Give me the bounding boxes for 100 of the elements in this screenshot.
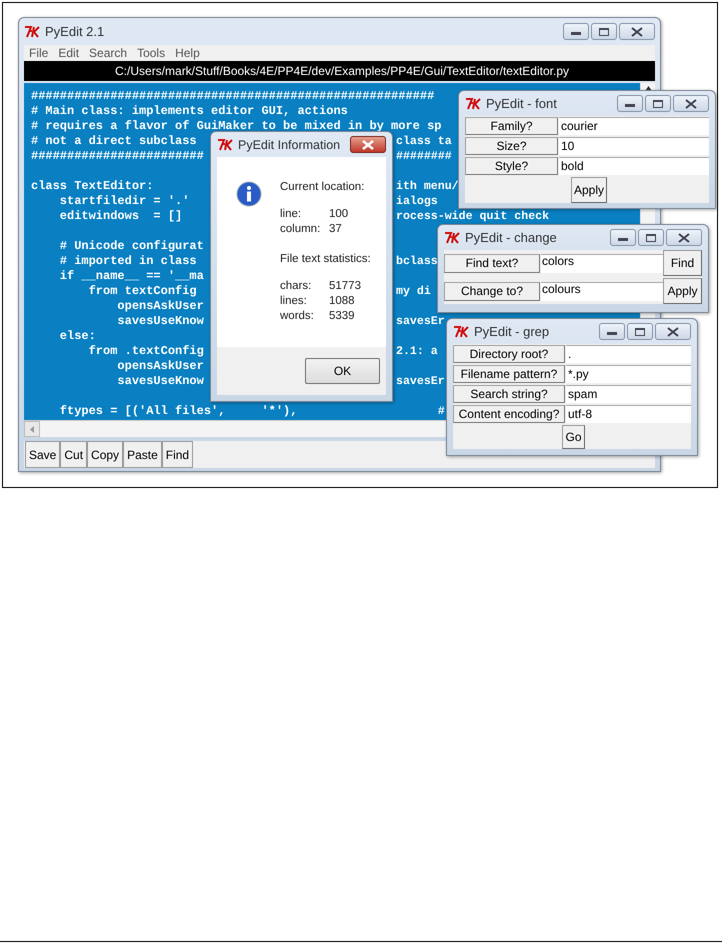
maximize-icon bbox=[646, 234, 656, 242]
toolbar-button[interactable]: Paste bbox=[123, 441, 162, 468]
code-line: savesUseKnow bbox=[116, 374, 204, 388]
close-button[interactable] bbox=[619, 23, 655, 40]
close-icon bbox=[678, 232, 690, 242]
code-line: # Unicode configurat bbox=[58, 239, 204, 253]
code-line: editwindows = [] bbox=[58, 209, 182, 223]
code-line: from .textConfig bbox=[88, 344, 204, 358]
minimize-button[interactable] bbox=[610, 229, 636, 246]
field-label: lines: bbox=[280, 295, 308, 309]
close-icon bbox=[631, 26, 643, 36]
code-line: if __name__ == '__ma bbox=[58, 269, 204, 283]
menu-item[interactable]: Search bbox=[86, 46, 130, 60]
app-icon bbox=[217, 138, 234, 151]
menu-item[interactable]: Tools bbox=[134, 46, 168, 60]
menu-item[interactable]: File bbox=[26, 46, 52, 60]
input-field[interactable]: colours bbox=[541, 282, 663, 300]
code-line: # not a direct subclass bbox=[31, 134, 197, 148]
apply-button[interactable]: Apply bbox=[570, 177, 608, 203]
code-line: # Main class: implements editor GUI, actions bbox=[31, 104, 348, 118]
input-field[interactable]: 10 bbox=[559, 137, 709, 155]
code-line: bclass bbox=[396, 254, 438, 269]
close-icon bbox=[667, 326, 679, 336]
input-field[interactable]: courier bbox=[559, 117, 709, 135]
code-line: savesEr bbox=[396, 314, 445, 329]
input-field[interactable]: spam bbox=[566, 385, 691, 403]
dialog-title: PyEdit - change bbox=[465, 230, 558, 245]
code-line: class ta bbox=[396, 134, 452, 149]
maximize-icon bbox=[599, 28, 609, 36]
input-field[interactable]: *.py bbox=[566, 365, 691, 383]
code-line: ######################## bbox=[31, 149, 204, 163]
code-line: # requires a flavor of GuiMaker to be mixed in by more sp bbox=[31, 119, 442, 133]
maximize-icon bbox=[635, 328, 645, 336]
code-line: ######################################################## bbox=[31, 89, 434, 103]
dialog-title: PyEdit - grep bbox=[474, 324, 550, 339]
code-line: ######## bbox=[396, 149, 452, 164]
menu-item[interactable]: Help bbox=[172, 46, 203, 60]
toolbar-button[interactable]: Save bbox=[25, 441, 60, 468]
code-line: ftypes = [('All files', '*'), bbox=[58, 404, 298, 418]
close-button[interactable] bbox=[655, 323, 691, 340]
code-line: 2.1: a bbox=[396, 344, 438, 359]
app-icon bbox=[444, 231, 461, 244]
go-button[interactable]: Go bbox=[562, 425, 584, 449]
toolbar-button[interactable]: Cut bbox=[60, 441, 88, 468]
field-label: line: bbox=[280, 208, 302, 222]
code-line: savesUseKnow bbox=[116, 314, 204, 328]
close-icon bbox=[685, 98, 697, 108]
field-label-button[interactable]: Search string? bbox=[453, 385, 565, 403]
maximize-button[interactable] bbox=[645, 95, 671, 112]
toolbar-button[interactable]: Find bbox=[162, 441, 194, 468]
minimize-button[interactable] bbox=[563, 23, 589, 40]
minimize-button[interactable] bbox=[599, 323, 625, 340]
code-line: else: bbox=[58, 329, 96, 343]
field-label: chars: bbox=[280, 280, 312, 294]
code-line: from textConfig bbox=[88, 284, 197, 298]
field-value: 100 bbox=[329, 208, 348, 222]
app-icon bbox=[465, 97, 482, 110]
close-button[interactable] bbox=[666, 229, 702, 246]
maximize-button[interactable] bbox=[627, 323, 653, 340]
code-line: startfiledir = '.' bbox=[58, 194, 190, 208]
maximize-button[interactable] bbox=[638, 229, 664, 246]
code-line: ialogs bbox=[396, 194, 438, 209]
field-label-button[interactable]: Family? bbox=[465, 117, 558, 135]
code-line: ith menu/ bbox=[396, 179, 459, 194]
code-line: rocess-wide quit check bbox=[396, 209, 550, 224]
input-field[interactable]: utf-8 bbox=[566, 405, 691, 423]
field-label: words: bbox=[280, 310, 315, 324]
app-icon bbox=[24, 25, 41, 38]
toolbar-button[interactable]: Copy bbox=[87, 441, 124, 468]
field-label-button[interactable]: Content encoding? bbox=[453, 405, 565, 423]
minimize-button[interactable] bbox=[617, 95, 643, 112]
field-label: column: bbox=[280, 223, 322, 237]
action-button[interactable]: Find bbox=[663, 250, 702, 276]
close-icon bbox=[362, 140, 374, 150]
close-button[interactable] bbox=[673, 95, 709, 112]
field-value: 37 bbox=[329, 223, 342, 237]
field-label-button[interactable]: Change to? bbox=[444, 282, 540, 300]
input-field[interactable]: . bbox=[566, 345, 691, 363]
ok-button[interactable]: OK bbox=[305, 358, 380, 384]
field-label-button[interactable]: Size? bbox=[465, 137, 558, 155]
field-value: 5339 bbox=[329, 310, 355, 324]
field-label-button[interactable]: Filename pattern? bbox=[453, 365, 565, 383]
maximize-button[interactable] bbox=[591, 23, 617, 40]
field-label-button[interactable]: Style? bbox=[465, 157, 558, 175]
input-field[interactable]: bold bbox=[559, 157, 709, 175]
window-title: PyEdit 2.1 bbox=[45, 24, 106, 39]
code-line: opensAskUser bbox=[116, 299, 204, 313]
close-button[interactable] bbox=[350, 136, 386, 153]
code-line: savesEr bbox=[396, 374, 445, 389]
input-field[interactable]: colors bbox=[541, 254, 663, 272]
code-line: my di bbox=[396, 284, 431, 299]
app-icon bbox=[453, 325, 470, 338]
maximize-icon bbox=[653, 100, 663, 108]
field-value: 1088 bbox=[329, 295, 355, 309]
field-label-button[interactable]: Directory root? bbox=[453, 345, 565, 363]
field-label-button[interactable]: Find text? bbox=[444, 254, 540, 272]
action-button[interactable]: Apply bbox=[663, 278, 702, 304]
dialog-title: PyEdit Information bbox=[238, 138, 342, 152]
menu-item[interactable]: Edit bbox=[55, 46, 82, 60]
dialog-title: PyEdit - font bbox=[486, 96, 558, 111]
